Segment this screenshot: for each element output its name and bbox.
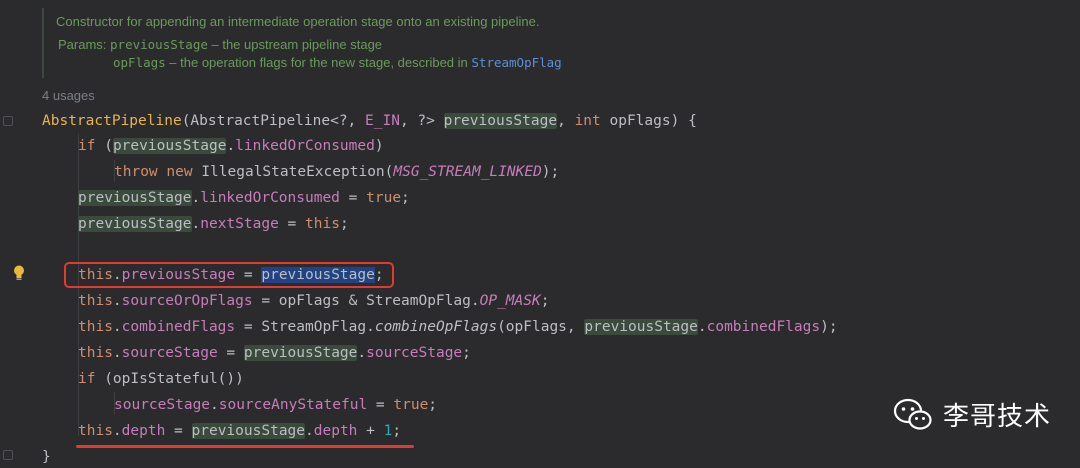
doc-summary: Constructor for appending an intermediat… (56, 14, 540, 29)
highlight-box (64, 262, 394, 288)
highlight-underline (76, 445, 414, 448)
code-line: if (previousStage.linkedOrConsumed) (78, 138, 384, 154)
code-line: this.depth = previousStage.depth + 1; (78, 423, 402, 439)
code-line: previousStage.nextStage = this; (78, 216, 349, 232)
code-line: sourceStage.sourceAnyStateful = true; (114, 397, 438, 413)
wechat-icon (893, 398, 932, 430)
doc-param-desc: – the upstream pipeline stage (207, 37, 383, 52)
doc-params-label: Params: (58, 37, 107, 52)
code-line: previousStage.linkedOrConsumed = true; (78, 190, 410, 206)
lightbulb-icon[interactable] (12, 264, 26, 282)
doc-param-desc: – the operation flags for the new stage,… (165, 55, 472, 70)
doc-params-row-2: opFlags – the operation flags for the ne… (113, 55, 562, 70)
watermark: 李哥技术 (893, 396, 1051, 433)
code-line: AbstractPipeline(AbstractPipeline<?, E_I… (42, 113, 697, 129)
watermark-text: 李哥技术 (943, 402, 1052, 432)
fold-icon[interactable] (3, 116, 13, 126)
code-line: this.sourceOrOpFlags = opFlags & StreamO… (78, 293, 550, 309)
code-line: this.sourceStage = previousStage.sourceS… (78, 345, 471, 361)
code-line: throw new IllegalStateException(MSG_STRE… (114, 164, 560, 180)
doc-param-name: previousStage (110, 37, 208, 52)
code-line: this.combinedFlags = StreamOpFlag.combin… (78, 319, 838, 335)
fold-icon[interactable] (3, 450, 13, 460)
doc-params-row-1: Params: previousStage – the upstream pip… (58, 37, 382, 52)
javadoc-block: Constructor for appending an intermediat… (42, 8, 1054, 78)
code-line: if (opIsStateful()) (78, 371, 244, 387)
doc-link[interactable]: StreamOpFlag (471, 55, 561, 70)
doc-param-name: opFlags (113, 55, 166, 70)
usages-hint[interactable]: 4 usages (42, 88, 95, 103)
